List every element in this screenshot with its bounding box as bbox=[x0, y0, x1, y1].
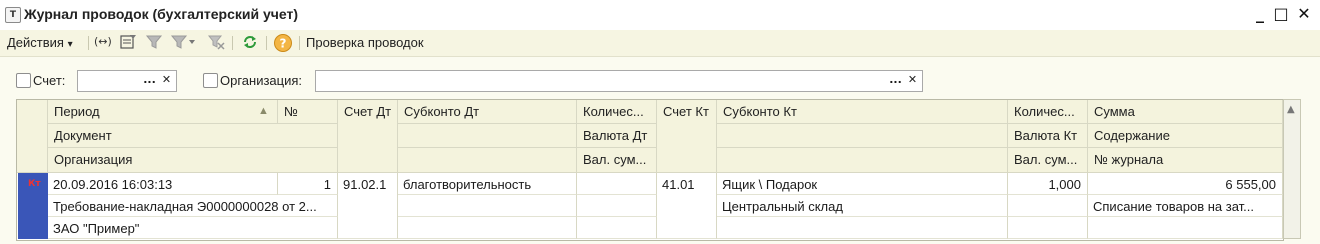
cell-subconto-kt-2[interactable]: Центральный склад bbox=[717, 195, 1008, 217]
header-currency-sum-dt[interactable]: Вал. сум... bbox=[577, 148, 657, 173]
row-marker[interactable]: Кт bbox=[18, 173, 48, 239]
toolbar: Действия ▾ (↔) ? Проверка проводок bbox=[0, 30, 1320, 57]
header-journal-no[interactable]: № журнала bbox=[1088, 148, 1283, 173]
actions-dropdown-icon: ▾ bbox=[67, 39, 73, 50]
actions-label: Действия bbox=[7, 35, 64, 50]
toolbar-separator bbox=[266, 36, 267, 50]
postings-table[interactable]: Период ▲ № Счет Дт Субконто Дт Количес..… bbox=[16, 99, 1284, 241]
filter-dropdown-icon[interactable] bbox=[170, 33, 195, 53]
header-period[interactable]: Период ▲ bbox=[48, 100, 278, 124]
window-title: Журнал проводок (бухгалтерский учет) bbox=[24, 6, 299, 22]
cell-period[interactable]: 20.09.2016 16:03:13 bbox=[48, 173, 278, 195]
header-quantity-dt[interactable]: Количес... bbox=[577, 100, 657, 124]
title-bar: Т Журнал проводок (бухгалтерский учет) _… bbox=[0, 0, 1320, 31]
maximize-icon[interactable]: □ bbox=[1271, 4, 1291, 24]
refresh-icon[interactable] bbox=[240, 33, 260, 53]
header-currency-kt[interactable]: Валюта Кт bbox=[1008, 124, 1088, 148]
header-subconto-dt[interactable]: Субконто Дт bbox=[398, 100, 577, 124]
filter-icon[interactable] bbox=[144, 33, 164, 53]
header-quantity-kt[interactable]: Количес... bbox=[1008, 100, 1088, 124]
account-clear-icon[interactable]: ✕ bbox=[158, 72, 175, 90]
account-select-button[interactable]: ... bbox=[141, 72, 158, 90]
app-icon: Т bbox=[5, 7, 21, 23]
cell-subconto-kt-1[interactable]: Ящик \ Подарок bbox=[717, 173, 1008, 195]
organization-filter-field[interactable]: ... ✕ bbox=[315, 70, 923, 92]
filter-panel: Счет: ... ✕ Организация: ... ✕ bbox=[0, 57, 1320, 99]
cell-currency-sum-dt[interactable] bbox=[577, 217, 657, 239]
account-filter-checkbox[interactable] bbox=[16, 73, 31, 88]
minimize-icon[interactable]: _ bbox=[1250, 4, 1270, 24]
vertical-scrollbar[interactable]: ▲ bbox=[1283, 99, 1301, 239]
cell-account-kt[interactable]: 41.01 bbox=[657, 173, 717, 239]
header-sum[interactable]: Сумма bbox=[1088, 100, 1283, 124]
help-icon[interactable]: ? bbox=[273, 33, 293, 53]
expand-icon[interactable]: (↔) bbox=[92, 33, 112, 53]
toolbar-separator bbox=[88, 36, 89, 50]
cell-subconto-dt-2[interactable] bbox=[398, 195, 577, 217]
cell-document[interactable]: Требование-накладная Э0000000028 от 2... bbox=[48, 195, 338, 217]
account-filter-label: Счет: bbox=[33, 73, 66, 88]
toolbar-separator bbox=[232, 36, 233, 50]
organization-filter-label: Организация: bbox=[220, 73, 303, 88]
account-filter-field[interactable]: ... ✕ bbox=[77, 70, 177, 92]
cell-sum[interactable]: 6 555,00 bbox=[1088, 173, 1283, 195]
cell-subconto-dt[interactable]: благотворительность bbox=[398, 173, 577, 195]
sort-icon: ▲ bbox=[258, 105, 269, 117]
header-currency-dt[interactable]: Валюта Дт bbox=[577, 124, 657, 148]
header-account-dt[interactable]: Счет Дт bbox=[338, 100, 398, 173]
journal-window: Т Журнал проводок (бухгалтерский учет) _… bbox=[0, 0, 1320, 244]
svg-text:(↔): (↔) bbox=[94, 35, 111, 48]
organization-clear-icon[interactable]: ✕ bbox=[904, 72, 921, 90]
cell-currency-kt[interactable] bbox=[1008, 195, 1088, 217]
cell-quantity-dt[interactable] bbox=[577, 173, 657, 195]
organization-select-button[interactable]: ... bbox=[887, 72, 904, 90]
cell-journal-no[interactable] bbox=[1088, 217, 1283, 239]
header-content[interactable]: Содержание bbox=[1088, 124, 1283, 148]
header-subconto-kt[interactable]: Субконто Кт bbox=[717, 100, 1008, 124]
organization-filter-checkbox[interactable] bbox=[203, 73, 218, 88]
header-organization[interactable]: Организация bbox=[48, 148, 338, 173]
check-postings-button[interactable]: Проверка проводок bbox=[306, 33, 424, 53]
header-number[interactable]: № bbox=[278, 100, 338, 124]
cell-currency-sum-kt[interactable] bbox=[1008, 217, 1088, 239]
cell-content[interactable]: Списание товаров на зат... bbox=[1088, 195, 1283, 217]
credit-marker-icon: Кт bbox=[28, 179, 41, 189]
header-document[interactable]: Документ bbox=[48, 124, 338, 148]
cell-number[interactable]: 1 bbox=[278, 173, 338, 195]
clear-filter-icon[interactable] bbox=[206, 33, 226, 53]
cell-account-dt[interactable]: 91.02.1 bbox=[338, 173, 398, 239]
cell-subconto-kt-3[interactable] bbox=[717, 217, 1008, 239]
header-subconto-dt-3 bbox=[398, 148, 577, 173]
cell-organization[interactable]: ЗАО "Пример" bbox=[48, 217, 338, 239]
toolbar-separator bbox=[299, 36, 300, 50]
cell-currency-dt[interactable] bbox=[577, 195, 657, 217]
actions-menu[interactable]: Действия ▾ bbox=[7, 33, 73, 53]
cell-quantity-kt[interactable]: 1,000 bbox=[1008, 173, 1088, 195]
cell-subconto-dt-3[interactable] bbox=[398, 217, 577, 239]
close-icon[interactable]: ✕ bbox=[1294, 4, 1314, 24]
header-account-kt[interactable]: Счет Кт bbox=[657, 100, 717, 173]
filter-settings-icon[interactable] bbox=[118, 33, 138, 53]
scroll-up-icon[interactable]: ▲ bbox=[1287, 104, 1295, 115]
header-subconto-dt-2 bbox=[398, 124, 577, 148]
header-subconto-kt-3 bbox=[717, 148, 1008, 173]
header-stub bbox=[17, 100, 48, 173]
svg-text:?: ? bbox=[280, 37, 287, 51]
header-currency-sum-kt[interactable]: Вал. сум... bbox=[1008, 148, 1088, 173]
header-subconto-kt-2 bbox=[717, 124, 1008, 148]
